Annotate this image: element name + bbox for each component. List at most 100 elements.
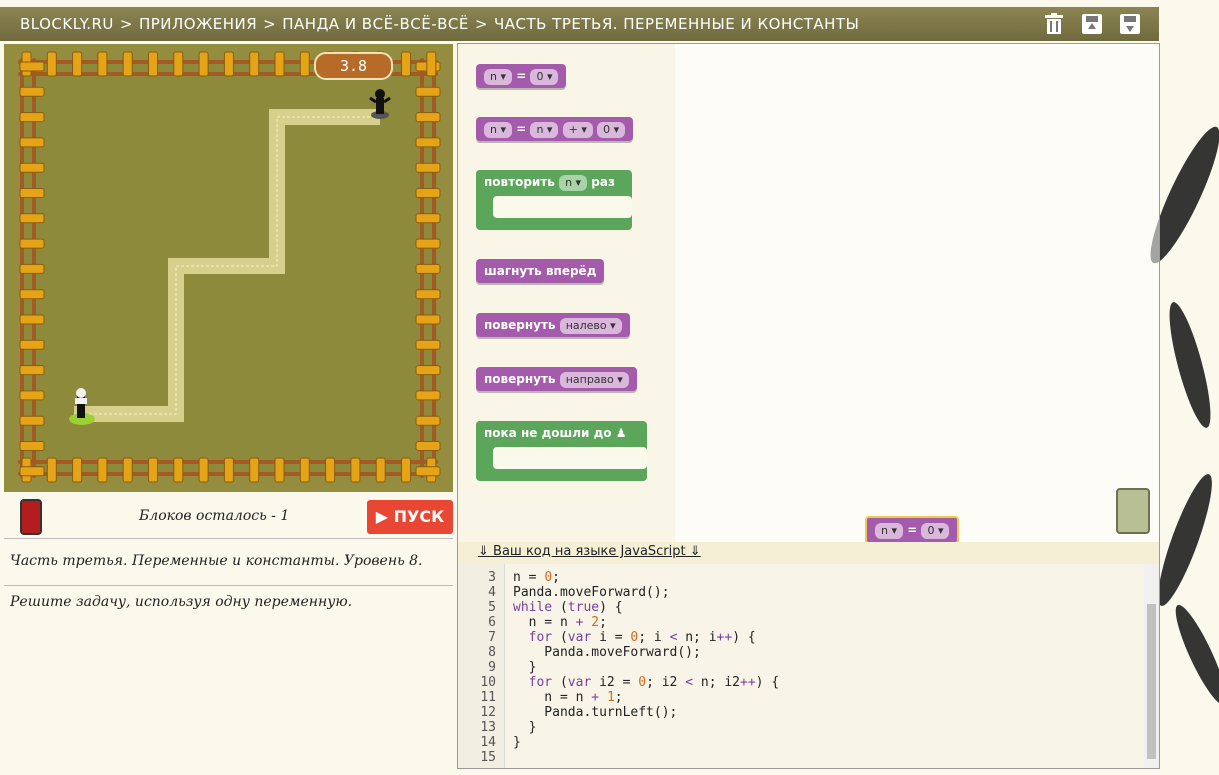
bamboo-leaf-decoration xyxy=(1167,600,1219,710)
panda-icon xyxy=(69,388,95,425)
workspace-block-set-variable[interactable]: n ▾ = 0 ▾ xyxy=(865,516,960,544)
code-text: } xyxy=(513,735,521,750)
fence-segment xyxy=(274,51,285,77)
fence-segment xyxy=(223,457,234,483)
right-dropdown[interactable]: 0 ▾ xyxy=(597,121,626,138)
line-number: 8 xyxy=(488,645,496,660)
fence-segment xyxy=(415,314,441,325)
block-step-forward[interactable]: шагнуть вперёд xyxy=(476,259,605,283)
code-text: } xyxy=(513,720,537,735)
game-field: 3.8 xyxy=(4,44,453,492)
block-set-expression[interactable]: n ▾ = n ▾ + ▾ 0 ▾ xyxy=(476,117,634,141)
blockly-workspace[interactable]: n ▾ = 0 ▾ n ▾ = n ▾ + ▾ 0 ▾ повторить n … xyxy=(457,43,1160,769)
line-number: 13 xyxy=(480,720,496,735)
import-icon[interactable] xyxy=(1080,12,1104,36)
fence-segment xyxy=(299,457,310,483)
fence-segment xyxy=(299,51,310,77)
fence-segment xyxy=(19,162,45,173)
fence-segment xyxy=(415,188,441,198)
code-text: } xyxy=(513,660,537,675)
fence-segment xyxy=(46,51,57,77)
line-number: 15 xyxy=(480,750,496,765)
code-scrollbar[interactable] xyxy=(1144,564,1159,768)
code-toggle-link[interactable]: ⇓ Ваш код на языке JavaScript ⇓ xyxy=(478,544,701,559)
toolbox: n ▾ = 0 ▾ n ▾ = n ▾ + ▾ 0 ▾ повторить n … xyxy=(458,44,675,542)
code-text: n = n + 1; xyxy=(513,690,623,705)
repeat-header[interactable]: повторить n ▾ раз xyxy=(476,170,623,194)
var-dropdown[interactable]: n ▾ xyxy=(484,68,513,85)
play-icon: ▶ xyxy=(375,507,394,526)
var-dropdown[interactable]: n ▾ xyxy=(559,174,588,191)
line-number: 14 xyxy=(480,735,496,750)
export-icon[interactable] xyxy=(1118,12,1142,36)
workspace-trash-icon[interactable] xyxy=(1116,488,1150,534)
run-button[interactable]: ▶ ПУСК xyxy=(367,500,453,534)
top-bar: BLOCKLY.RU > ПРИЛОЖЕНИЯ > ПАНДА И ВСЁ-ВСЁ-ВС… xyxy=(0,7,1159,41)
breadcrumb-current: ЧАСТЬ ТРЕТЬЯ. ПЕРЕМЕННЫЕ И КОНСТАНТЫ xyxy=(493,15,860,33)
code-text: n = 0; xyxy=(513,570,560,585)
fence-segment xyxy=(415,263,441,274)
trash-icon[interactable] xyxy=(1042,12,1066,36)
fence-segment xyxy=(19,289,45,300)
fence-segment xyxy=(415,390,441,401)
level-title: Часть третья. Переменные и константы. Ур… xyxy=(10,553,423,569)
divider xyxy=(4,585,453,586)
breadcrumb-home[interactable]: BLOCKLY.RU xyxy=(20,15,114,33)
fence-segment xyxy=(173,51,184,77)
fence-segment xyxy=(97,457,108,483)
fence-segment xyxy=(173,457,184,483)
fence-segment xyxy=(19,263,45,274)
block-turn-right[interactable]: повернуть направо ▾ xyxy=(476,367,637,391)
panda-goal-icon: ♟ xyxy=(615,426,627,440)
fence-segment xyxy=(415,365,441,376)
block-set-variable[interactable]: n ▾ = 0 ▾ xyxy=(476,64,567,88)
line-number: 4 xyxy=(488,585,496,600)
fence-segment xyxy=(19,339,45,350)
while-header[interactable]: пока не дошли до ♟ xyxy=(476,421,635,445)
fence-segment xyxy=(401,51,411,77)
fence-segment xyxy=(46,457,57,483)
block-turn-left[interactable]: повернуть налево ▾ xyxy=(476,313,630,337)
breadcrumb-panda[interactable]: ПАНДА И ВСЁ-ВСЁ-ВСЁ xyxy=(282,15,469,33)
scrollbar-thumb[interactable] xyxy=(1147,604,1156,759)
fence-segment xyxy=(375,457,386,483)
operator-dropdown[interactable]: + ▾ xyxy=(562,121,593,138)
line-number: 3 xyxy=(488,570,496,585)
while-slot xyxy=(493,447,647,469)
fence-segment xyxy=(198,457,209,483)
fence-segment xyxy=(19,415,45,426)
phone-icon[interactable] xyxy=(20,499,42,535)
code-panel-header: ⇓ Ваш код на языке JavaScript ⇓ xyxy=(458,542,1159,564)
direction-dropdown[interactable]: направо ▾ xyxy=(559,371,629,388)
fence-segment xyxy=(19,61,45,72)
fence-segment xyxy=(148,51,158,77)
value-dropdown[interactable]: 0 ▾ xyxy=(530,68,559,85)
repeat-slot xyxy=(493,196,632,218)
fence-segment xyxy=(19,365,45,376)
line-number: 7 xyxy=(488,630,496,645)
fence-segment xyxy=(19,112,45,123)
timer-display: 3.8 xyxy=(314,52,393,80)
fence-segment xyxy=(401,457,411,483)
run-label: ПУСК xyxy=(393,507,445,526)
var-dropdown[interactable]: n ▾ xyxy=(875,522,904,539)
fence-segment xyxy=(415,289,441,300)
direction-dropdown[interactable]: налево ▾ xyxy=(559,317,622,334)
task-description: Решите задачу, используя одну переменную… xyxy=(10,594,353,610)
breadcrumb: BLOCKLY.RU > ПРИЛОЖЕНИЯ > ПАНДА И ВСЁ-ВСЁ-ВС… xyxy=(20,15,860,33)
fence-segment xyxy=(415,213,441,224)
fence-segment xyxy=(19,188,45,198)
var-dropdown[interactable]: n ▾ xyxy=(484,121,513,138)
code-text: for (var i2 = 0; i2 < n; i2++) { xyxy=(528,675,780,690)
breadcrumb-apps[interactable]: ПРИЛОЖЕНИЯ xyxy=(139,15,257,33)
code-text: n = n + 2; xyxy=(513,615,607,630)
left-dropdown[interactable]: n ▾ xyxy=(530,121,559,138)
value-dropdown[interactable]: 0 ▾ xyxy=(921,522,950,539)
status-panel: Блоков осталось - 1 ▶ ПУСК xyxy=(4,492,453,539)
fence-segment xyxy=(19,314,45,325)
code-editor[interactable]: 3 n = 0; 4 Panda.moveForward(); 5 while (true… xyxy=(458,564,1144,768)
fence-segment xyxy=(19,238,45,249)
fence-segment xyxy=(122,457,133,483)
fence-segment xyxy=(415,137,441,148)
fence-segment xyxy=(19,390,45,401)
